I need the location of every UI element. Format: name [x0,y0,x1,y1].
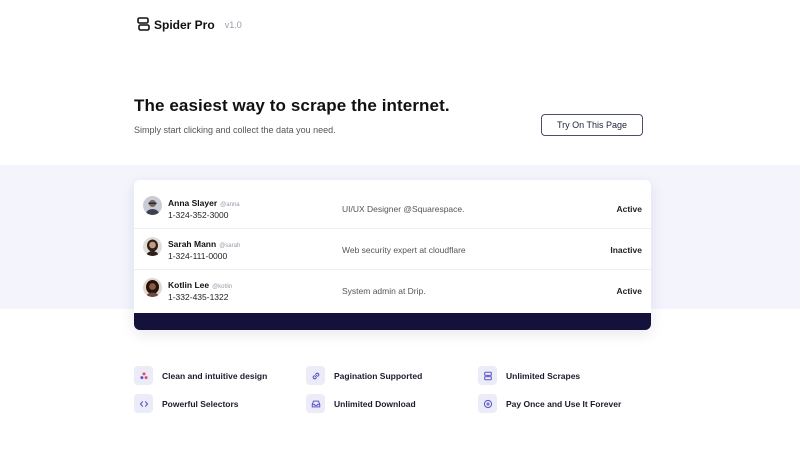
code-icon [134,394,153,413]
stack-icon [478,366,497,385]
person-handle: @anna [220,202,240,208]
feature-label: Unlimited Download [334,398,416,409]
feature-item: Pagination Supported [306,366,422,385]
person-name: Anna Slayer @anna [168,198,240,208]
people-table-card: Anna Slayer @anna 1-324-352-3000 UI/UX De… [134,180,651,330]
feature-item: Clean and intuitive design [134,366,267,385]
feature-item: Pay Once and Use It Forever [478,394,621,413]
hero-subtitle: Simply start clicking and collect the da… [134,125,336,135]
person-name: Kotlin Lee @kotlin [168,280,233,290]
link-icon [306,366,325,385]
brand-version: v1.0 [224,19,242,30]
hero-title: The easiest way to scrape the internet. [134,96,450,115]
table-row[interactable]: Anna Slayer @anna 1-324-352-3000 UI/UX De… [134,188,651,229]
feature-label: Pagination Supported [334,370,423,381]
brand-name: Spider Pro [154,17,215,32]
card-footer-bar [134,313,651,330]
avatar [143,237,162,256]
status-badge: Active [616,286,642,296]
table-row[interactable]: Sarah Mann @sarah 1-324-111-0000 Web secu… [134,229,651,270]
status-badge: Active [616,204,642,214]
avatar [143,278,162,297]
feature-item: Unlimited Download [306,394,416,413]
try-on-this-page-button[interactable]: Try On This Page [541,114,643,136]
features-grid: Clean and intuitive design Pagination Su… [134,366,654,426]
person-handle: @kotlin [212,284,233,290]
person-phone: 1-332-435-1322 [168,292,229,302]
plus-circle-icon [478,394,497,413]
person-name: Sarah Mann @sarah [168,239,241,249]
spider-logo-icon [137,17,150,31]
person-phone: 1-324-352-3000 [168,210,229,220]
person-handle: @sarah [219,243,241,249]
table-row[interactable]: Kotlin Lee @kotlin 1-332-435-1322 System … [134,270,651,311]
feature-item: Powerful Selectors [134,394,239,413]
feature-label: Unlimited Scrapes [506,370,581,381]
brand-logo[interactable]: Spider Pro v1.0 [137,17,242,32]
dots-icon [134,366,153,385]
inbox-icon [306,394,325,413]
feature-label: Pay Once and Use It Forever [506,398,622,409]
person-phone: 1-324-111-0000 [168,251,228,261]
feature-item: Unlimited Scrapes [478,366,580,385]
status-badge: Inactive [610,245,642,255]
person-bio: Web security expert at cloudflare [342,245,466,255]
feature-label: Clean and intuitive design [162,370,268,381]
person-bio: System admin at Drip. [342,286,426,296]
person-bio: UI/UX Designer @Squarespace. [342,204,465,214]
feature-label: Powerful Selectors [162,398,239,409]
avatar [143,196,162,215]
